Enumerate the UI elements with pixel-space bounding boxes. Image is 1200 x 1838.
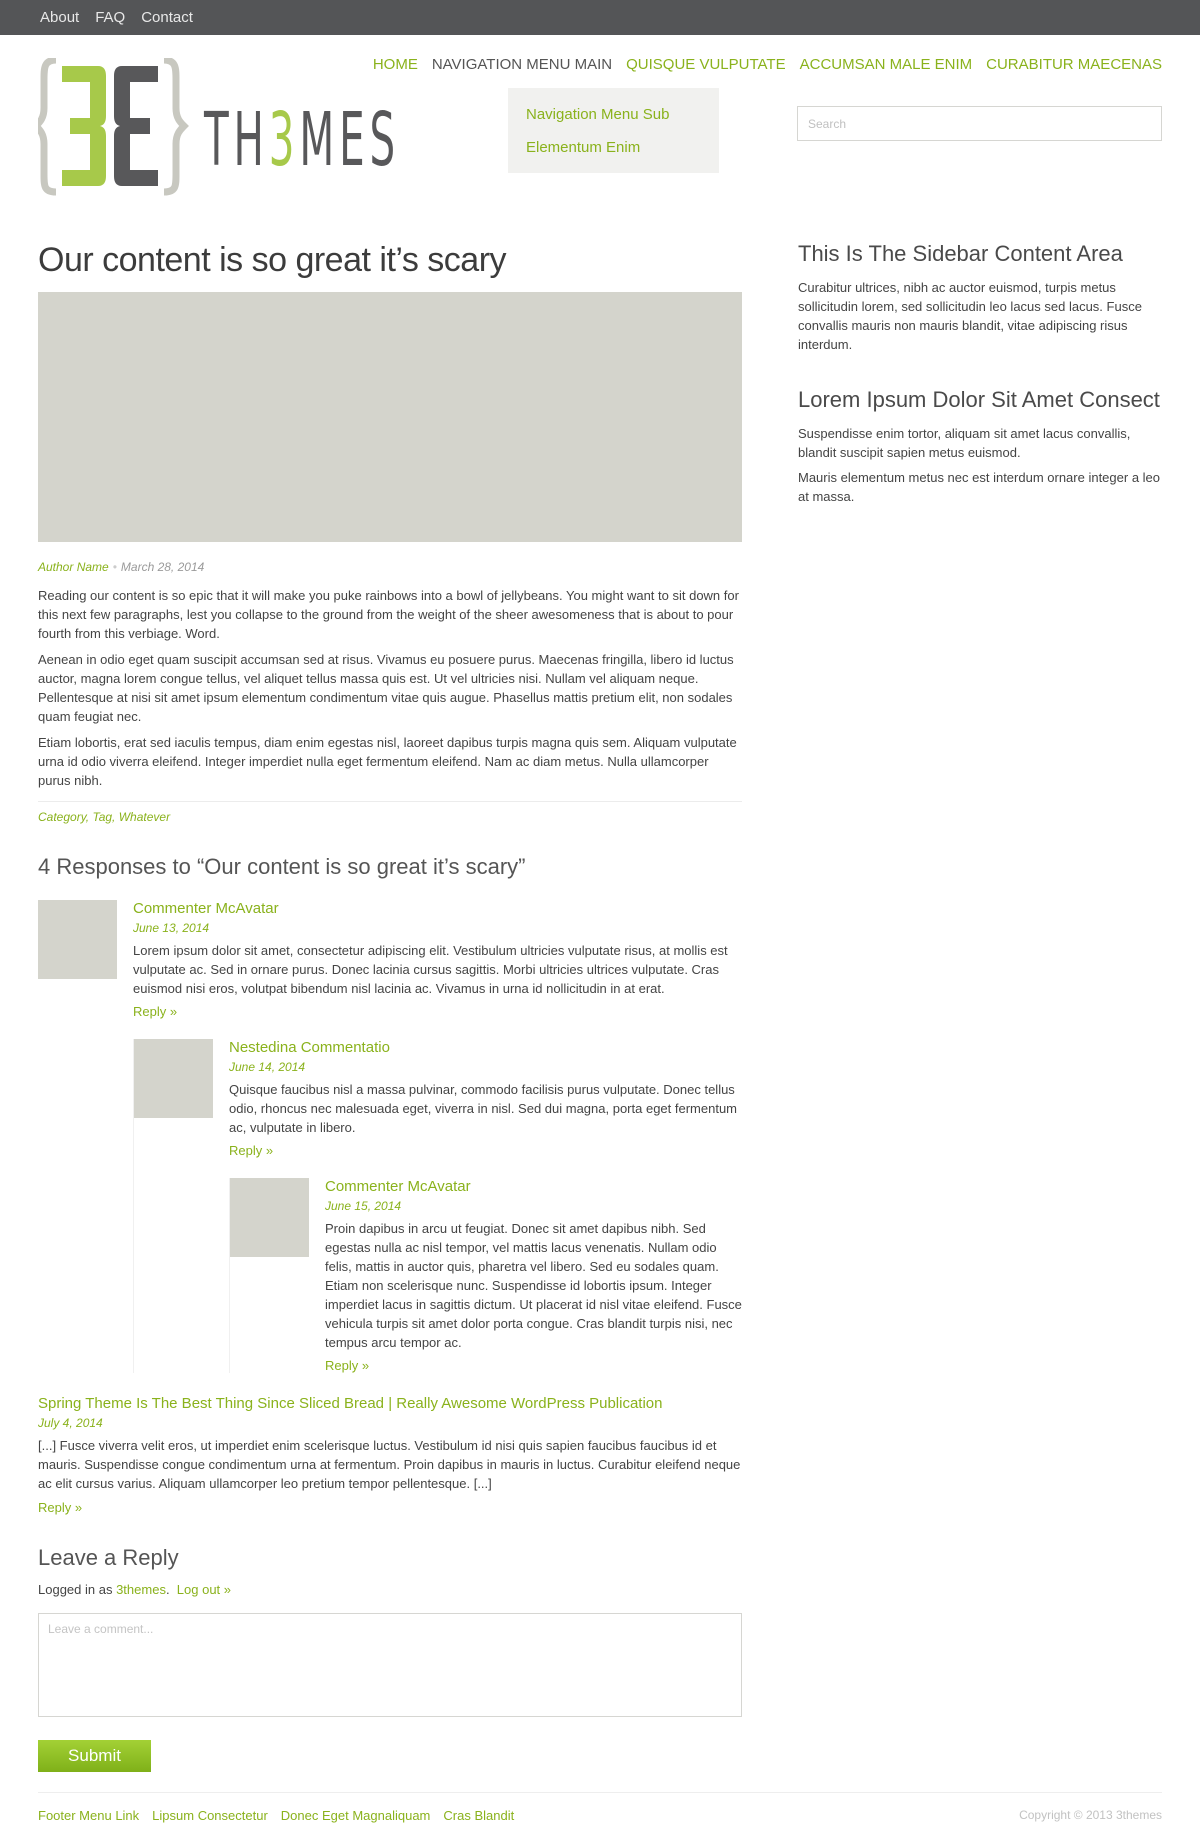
copyright-text: Copyright © 2013 3themes	[1019, 1808, 1162, 1822]
comment-author-link[interactable]: Commenter McAvatar	[325, 1178, 742, 1196]
comment-text: Quisque faucibus nisl a massa pulvinar, …	[229, 1082, 738, 1135]
post-title: Our content is so great it’s scary	[38, 241, 507, 279]
footer-link[interactable]: Footer Menu Link	[38, 1808, 139, 1823]
nav-item-accumsan-male-enim[interactable]: ACCUMSAN MALE ENIM	[800, 56, 973, 73]
sidebar-widget: Lorem Ipsum Dolor Sit Amet Consect Suspe…	[798, 386, 1163, 506]
comment: Nestedina Commentatio June 14, 2014 Quis…	[134, 1039, 742, 1158]
comment-textarea[interactable]	[38, 1613, 742, 1717]
nav-submenu: Navigation Menu Sub Elementum Enim	[508, 88, 719, 173]
comment: Commenter McAvatar June 13, 2014 Lorem i…	[38, 900, 742, 1019]
nav-item-navigation-menu-main[interactable]: NAVIGATION MENU MAIN	[432, 56, 612, 73]
pingback-text: [...] Fusce viverra velit eros, ut imper…	[38, 1438, 741, 1491]
submit-button[interactable]: Submit	[38, 1740, 151, 1772]
nav-item-home[interactable]: HOME	[373, 56, 418, 73]
comment-text: Lorem ipsum dolor sit amet, consectetur …	[133, 943, 728, 996]
username-link[interactable]: 3themes	[116, 1582, 166, 1597]
site-logo[interactable]: TH3MES	[31, 56, 408, 198]
pingback-reply-link[interactable]: Reply »	[38, 1500, 742, 1515]
top-link-about[interactable]: About	[40, 9, 79, 26]
search-input[interactable]	[797, 106, 1162, 141]
widget-text: Mauris elementum metus nec est interdum …	[798, 470, 1161, 504]
pingback: Spring Theme Is The Best Thing Since Sli…	[38, 1395, 742, 1515]
nav-item-quisque-vulputate[interactable]: QUISQUE VULPUTATE	[626, 56, 785, 73]
post-meta: Author Name • March 28, 2014	[38, 560, 742, 574]
logged-in-label: Logged in as	[38, 1582, 113, 1597]
comment-reply-link[interactable]: Reply »	[133, 1004, 742, 1019]
nested-comments: Commenter McAvatar June 15, 2014 Proin d…	[229, 1178, 742, 1373]
top-bar: About FAQ Contact	[0, 0, 1200, 35]
post-date: March 28, 2014	[120, 560, 205, 574]
post-body: Reading our content is so epic that it w…	[38, 586, 742, 790]
sidebar-widget: This Is The Sidebar Content Area Curabit…	[798, 240, 1163, 354]
widget-text: Suspendisse enim tortor, aliquam sit ame…	[798, 426, 1131, 460]
footer-link[interactable]: Donec Eget Magnaliquam	[281, 1808, 431, 1823]
comment-body: Commenter McAvatar June 15, 2014 Proin d…	[325, 1178, 742, 1373]
post-paragraph: Reading our content is so epic that it w…	[38, 588, 739, 641]
widget-title: This Is The Sidebar Content Area	[798, 241, 1123, 266]
footer: Footer Menu Link Lipsum Consectetur Done…	[38, 1792, 1162, 1823]
footer-link[interactable]: Lipsum Consectetur	[152, 1808, 268, 1823]
pingback-title-link[interactable]: Spring Theme Is The Best Thing Since Sli…	[38, 1395, 742, 1412]
comment-avatar	[134, 1039, 213, 1118]
sidebar: This Is The Sidebar Content Area Curabit…	[798, 240, 1163, 538]
main-nav: HOME NAVIGATION MENU MAIN QUISQUE VULPUT…	[373, 56, 1162, 73]
comment-body: Nestedina Commentatio June 14, 2014 Quis…	[229, 1039, 742, 1158]
top-links: About FAQ Contact	[40, 0, 193, 35]
post-paragraph: Etiam lobortis, erat sed iaculis tempus,…	[38, 735, 737, 788]
post-categories-tags[interactable]: Category, Tag, Whatever	[38, 801, 742, 824]
comment-date: June 13, 2014	[133, 921, 210, 935]
nav-item-curabitur-maecenas[interactable]: CURABITUR MAECENAS	[986, 56, 1162, 73]
top-link-contact[interactable]: Contact	[141, 9, 193, 26]
pingback-date: July 4, 2014	[38, 1416, 103, 1430]
comment-author-link[interactable]: Nestedina Commentatio	[229, 1039, 742, 1057]
widget-title: Lorem Ipsum Dolor Sit Amet Consect	[798, 387, 1160, 412]
comment-author-link[interactable]: Commenter McAvatar	[133, 900, 742, 918]
widget-text: Curabitur ultrices, nibh ac auctor euism…	[798, 280, 1142, 352]
footer-link[interactable]: Cras Blandit	[443, 1808, 514, 1823]
logged-in-status: Logged in as 3themes. Log out »	[38, 1582, 232, 1597]
comment-date: June 15, 2014	[325, 1199, 402, 1213]
comment-avatar	[38, 900, 117, 979]
comment-avatar	[230, 1178, 309, 1257]
post-author-link[interactable]: Author Name	[38, 560, 109, 574]
responses-title: 4 Responses to “Our content is so great …	[38, 854, 526, 879]
main-content: Our content is so great it’s scary Autho…	[38, 240, 742, 1772]
comment-reply-link[interactable]: Reply »	[325, 1358, 742, 1373]
submenu-item-navigation-menu-sub[interactable]: Navigation Menu Sub	[526, 98, 701, 131]
comment-text: Proin dapibus in arcu ut feugiat. Donec …	[325, 1221, 742, 1350]
nested-comments: Nestedina Commentatio June 14, 2014 Quis…	[133, 1039, 742, 1373]
comment-body: Commenter McAvatar June 13, 2014 Lorem i…	[133, 900, 742, 1019]
comment: Commenter McAvatar June 15, 2014 Proin d…	[230, 1178, 742, 1373]
comment-reply-link[interactable]: Reply »	[229, 1143, 742, 1158]
featured-image-placeholder	[38, 292, 742, 542]
post-paragraph: Aenean in odio eget quam suscipit accums…	[38, 652, 734, 724]
top-link-faq[interactable]: FAQ	[95, 9, 125, 26]
logo-graphic: TH3MES	[31, 56, 400, 196]
logout-link[interactable]: Log out »	[177, 1582, 231, 1597]
submenu-item-elementum-enim[interactable]: Elementum Enim	[526, 131, 701, 164]
comment-date: June 14, 2014	[229, 1060, 306, 1074]
leave-reply-title: Leave a Reply	[38, 1545, 179, 1570]
footer-menu: Footer Menu Link Lipsum Consectetur Done…	[38, 1808, 514, 1823]
meta-separator: •	[112, 560, 117, 574]
svg-text:TH3MES: TH3MES	[203, 97, 400, 183]
